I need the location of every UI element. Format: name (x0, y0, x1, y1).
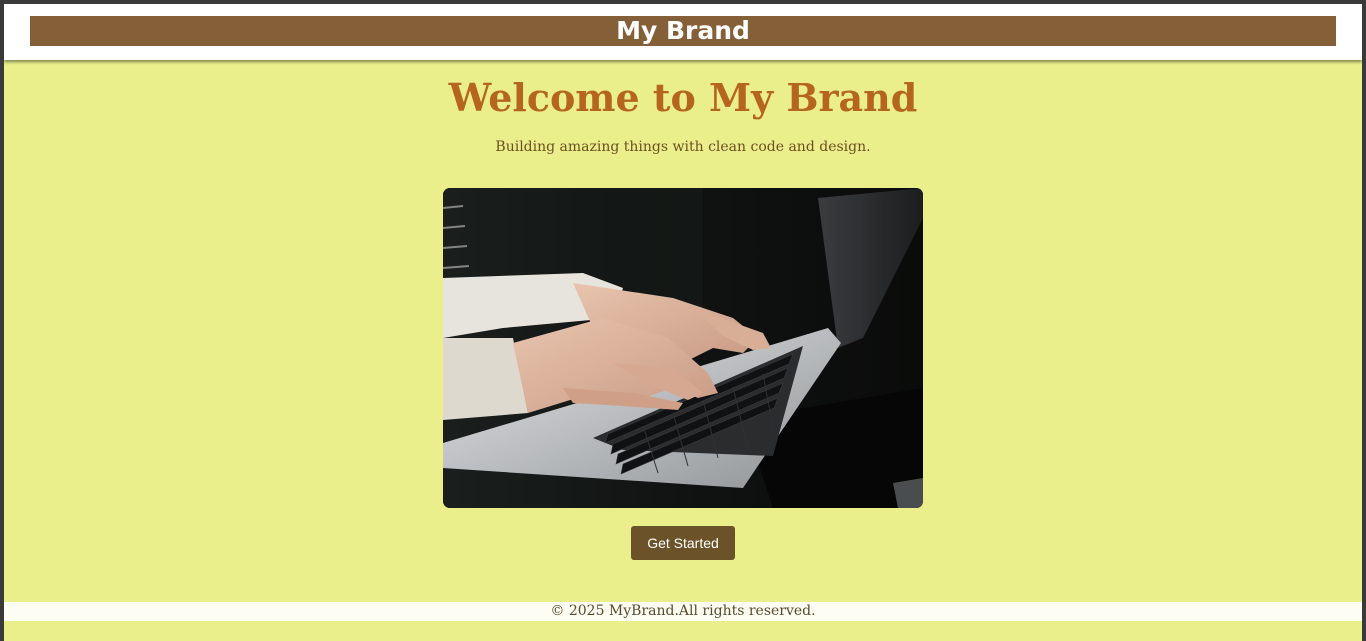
brand-bar: My Brand (30, 16, 1336, 46)
brand-name[interactable]: My Brand (616, 16, 750, 46)
footer-copyright: © 2025 MyBrand.All rights reserved. (550, 603, 816, 619)
get-started-button[interactable]: Get Started (631, 526, 735, 560)
site-footer: © 2025 MyBrand.All rights reserved. (4, 602, 1362, 621)
hero-subtitle: Building amazing things with clean code … (495, 139, 871, 155)
hero-image (443, 188, 923, 508)
laptop-photo-illustration (443, 188, 923, 508)
page-frame: My Brand Welcome to My Brand Building am… (4, 4, 1362, 641)
hero-title: Welcome to My Brand (448, 75, 918, 120)
site-header: My Brand (4, 4, 1362, 60)
